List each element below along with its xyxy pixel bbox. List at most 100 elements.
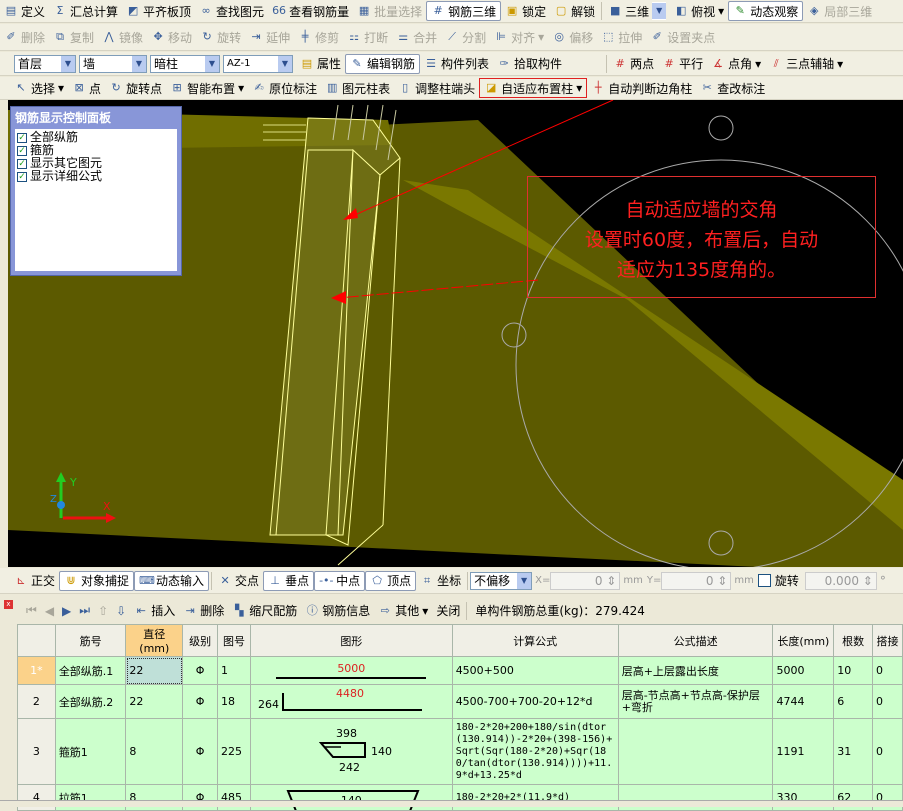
cell-formula[interactable]: 4500-700+700-20+12*d — [451, 684, 619, 719]
cell-shape[interactable]: 398 140 242 — [249, 718, 453, 785]
dynamic-input-button[interactable]: ⌨ 动态输入 — [134, 570, 210, 591]
rotate-button[interactable]: ↻ 旋转 — [196, 27, 245, 47]
lock-button[interactable]: ▣ 锁定 — [501, 1, 550, 21]
cell-grade[interactable]: Φ — [182, 656, 219, 685]
merge-button[interactable]: ⚌ 合并 — [392, 27, 441, 47]
parallel-button[interactable]: # 平行 — [658, 54, 707, 74]
y-input[interactable]: 0 ⇕ — [661, 571, 732, 590]
col-header-bar-no[interactable]: 筋号 — [54, 624, 127, 657]
cell-lap[interactable]: 0 — [872, 684, 903, 719]
cell-count[interactable]: 6 — [833, 684, 874, 719]
component-select[interactable]: AZ-1 ▼ — [223, 54, 293, 73]
rotate-point-button[interactable]: ↻ 旋转点 — [105, 78, 166, 98]
smart-layout-button[interactable]: ⊞ 智能布置 ▾ — [166, 78, 248, 98]
col-header-grade[interactable]: 级别 — [182, 624, 219, 657]
col-header-lap[interactable]: 搭接 — [872, 624, 903, 657]
x-input[interactable]: 0 ⇕ — [550, 571, 621, 590]
row-index[interactable]: 2 — [17, 684, 56, 719]
cell-lap[interactable]: 0 — [872, 656, 903, 685]
cell-shape[interactable]: 264 4480 — [249, 684, 453, 719]
mirror-button[interactable]: ⋀ 镜像 — [98, 27, 147, 47]
top-view-button[interactable]: ◧ 俯视 ▾ — [670, 1, 728, 21]
other-button[interactable]: ⇨ 其他 ▾ — [374, 601, 432, 621]
trim-button[interactable]: ╪ 修剪 — [294, 27, 343, 47]
scale-rebar-button[interactable]: ▚ 缩尺配筋 — [228, 601, 301, 621]
extend-button[interactable]: ⇥ 延伸 — [245, 27, 294, 47]
rotate-checkbox[interactable] — [757, 574, 771, 587]
define-button[interactable]: ▤ 定义 — [0, 1, 49, 21]
cell-fig[interactable]: 225 — [217, 718, 251, 785]
floor-select[interactable]: 首层 ▼ — [14, 54, 76, 73]
cell-description[interactable] — [617, 718, 774, 785]
close-button[interactable]: 关闭 — [432, 601, 464, 621]
cell-name[interactable]: 全部纵筋.2 — [54, 684, 127, 719]
rotate-input[interactable]: 0.000 ⇕ — [804, 571, 877, 590]
select-button[interactable]: ↖ 选择 ▾ — [10, 78, 68, 98]
close-icon[interactable]: x — [4, 600, 13, 609]
batch-select-button[interactable]: ▦ 批量选择 — [353, 1, 426, 21]
in-place-annotation-button[interactable]: ✍ 原位标注 — [248, 78, 321, 98]
ortho-button[interactable]: ⊾ 正交 — [10, 571, 59, 591]
align-slab-top-button[interactable]: ◩ 平齐板顶 — [122, 1, 195, 21]
cell-description[interactable]: 层高+上层露出长度 — [617, 656, 774, 685]
cell-fig[interactable]: 18 — [217, 684, 251, 719]
cell-diameter[interactable]: 22 — [125, 656, 184, 685]
cell-shape[interactable]: 5000 — [249, 656, 453, 685]
cell-count[interactable]: 31 — [833, 718, 874, 785]
auto-corner-column-button[interactable]: ┼ 自动判断边角柱 — [587, 78, 696, 98]
move-down-icon[interactable]: ⇩ — [112, 601, 130, 621]
adjust-column-end-button[interactable]: ▯ 调整柱端头 — [394, 78, 479, 98]
find-element-button[interactable]: ∞ 查找图元 — [195, 1, 268, 21]
cell-grade[interactable]: Φ — [182, 718, 219, 785]
col-header-fig-no[interactable]: 图号 — [217, 624, 251, 657]
offset-select[interactable]: 不偏移 ▼ — [470, 571, 533, 590]
split-button[interactable]: ⟋ 分割 — [441, 27, 490, 47]
unlock-button[interactable]: ▢ 解锁 — [550, 1, 599, 21]
cell-length[interactable]: 4744 — [772, 684, 835, 719]
checkbox-show-formula[interactable]: ✓ 显示详细公式 — [17, 170, 175, 183]
table-row[interactable]: 3 箍筋1 8 Φ 225 398 140 242 180-2*20+200+1… — [17, 718, 903, 785]
table-row[interactable]: 2 全部纵筋.2 22 Φ 18 264 4480 4500-700+700-20… — [17, 684, 903, 719]
cell-fig[interactable]: 1 — [217, 656, 251, 685]
edit-rebar-button[interactable]: ✎ 编辑钢筋 — [345, 53, 421, 74]
edit-annotation-button[interactable]: ✂ 查改标注 — [696, 78, 769, 98]
orbit-button[interactable]: ✎ 动态观察 — [728, 1, 804, 21]
pick-component-button[interactable]: ✑ 拾取构件 — [493, 54, 566, 74]
delete-row-button[interactable]: ⇥ 删除 — [179, 601, 228, 621]
row-index[interactable]: 1* — [17, 656, 56, 685]
copy-button[interactable]: ⧉ 复制 — [49, 27, 98, 47]
subtype-select[interactable]: 暗柱 ▼ — [150, 54, 220, 73]
coordinate-button[interactable]: ⌗ 坐标 — [416, 571, 465, 591]
summary-calc-button[interactable]: Σ 汇总计算 — [49, 1, 122, 21]
cell-length[interactable]: 1191 — [772, 718, 835, 785]
table-row[interactable]: 1* 全部纵筋.1 22 Φ 1 5000 4500+500 层高+上层露出长度… — [17, 656, 903, 685]
next-record-icon[interactable]: ▶ — [58, 601, 75, 621]
set-grip-button[interactable]: ✐ 设置夹点 — [646, 27, 719, 47]
cell-length[interactable]: 5000 — [772, 656, 835, 685]
cell-diameter[interactable]: 8 — [125, 718, 184, 785]
move-button[interactable]: ✥ 移动 — [147, 27, 196, 47]
point-angle-button[interactable]: ∡ 点角 ▾ — [707, 54, 765, 74]
point-button[interactable]: ⊠ 点 — [68, 78, 105, 98]
two-point-button[interactable]: # 两点 — [609, 54, 658, 74]
align-button[interactable]: ⊫ 对齐 ▾ — [490, 27, 548, 47]
rebar-3d-button[interactable]: # 钢筋三维 — [426, 1, 502, 21]
object-snap-button[interactable]: ⋓ 对象捕捉 — [59, 570, 135, 591]
perpendicular-button[interactable]: ⊥ 垂点 — [263, 570, 315, 591]
view-rebar-qty-button[interactable]: 66 查看钢筋量 — [268, 1, 353, 21]
prev-record-icon[interactable]: ◀ — [41, 601, 58, 621]
col-header-shape[interactable]: 图形 — [249, 624, 453, 657]
cell-diameter[interactable]: 22 — [125, 684, 184, 719]
properties-button[interactable]: ▤ 属性 — [296, 54, 345, 74]
col-header-length[interactable]: 长度(mm) — [772, 624, 835, 657]
first-record-icon[interactable]: ⏮ — [22, 601, 41, 621]
cell-description[interactable]: 层高-节点高+节点高-保护层+弯折 — [617, 684, 774, 719]
intersection-button[interactable]: ✕ 交点 — [214, 571, 263, 591]
break-button[interactable]: ⚏ 打断 — [343, 27, 392, 47]
col-header-count[interactable]: 根数 — [833, 624, 874, 657]
last-record-icon[interactable]: ⏭ — [75, 601, 94, 621]
rebar-info-button[interactable]: ⓘ 钢筋信息 — [301, 601, 374, 621]
cell-formula[interactable]: 4500+500 — [451, 656, 619, 685]
midpoint-button[interactable]: -•- 中点 — [314, 570, 366, 591]
cell-formula[interactable]: 180-2*20+200+180/sin(dtor(130.914))-2*20… — [451, 718, 619, 785]
